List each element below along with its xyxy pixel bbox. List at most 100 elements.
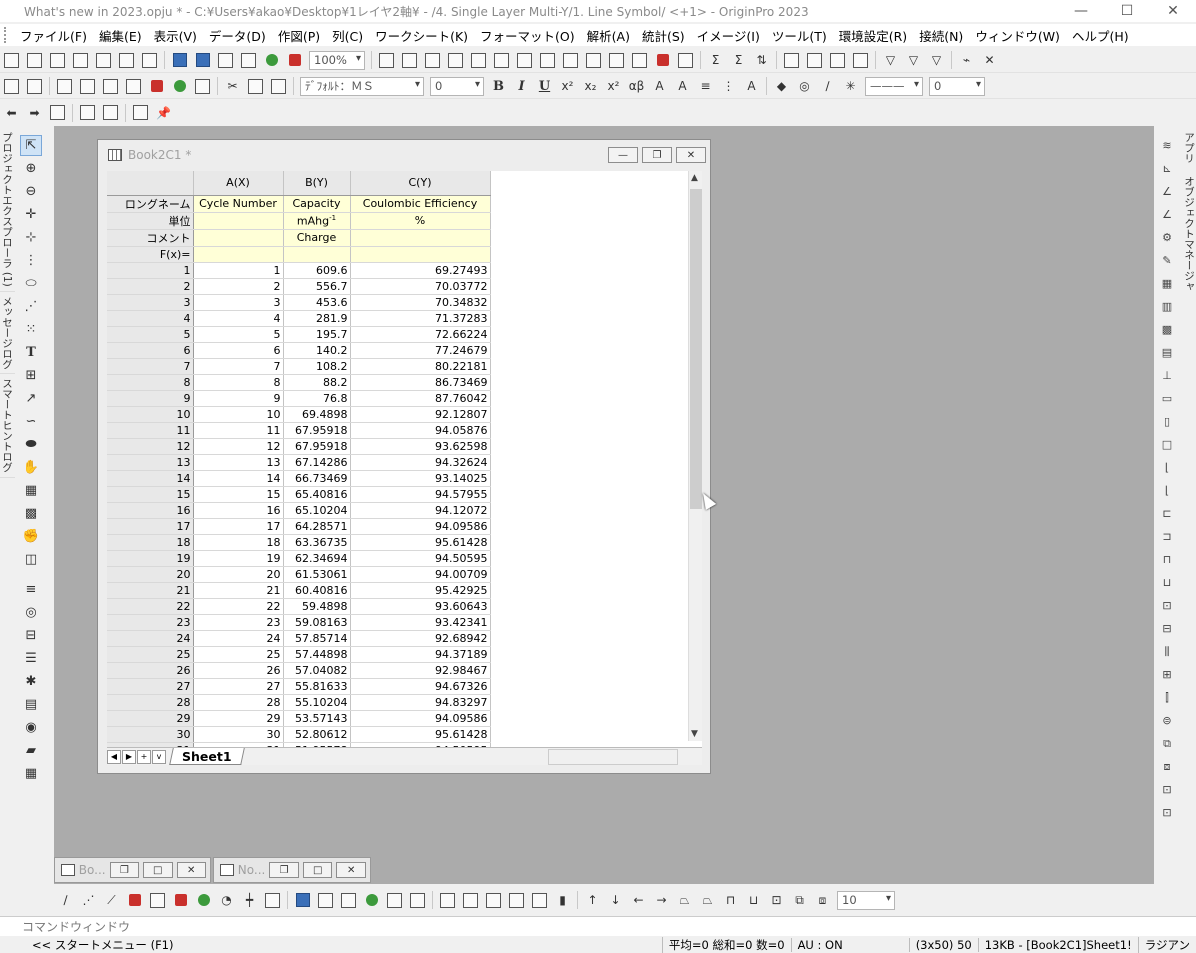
arrow-tool-icon[interactable]: ↗	[20, 388, 42, 409]
menu-column[interactable]: 列(C)	[326, 26, 369, 45]
workbook-titlebar[interactable]: Book2C1 * — ❐ ✕	[98, 140, 710, 170]
grid-lines-icon[interactable]: ⋮	[718, 76, 739, 96]
column-plot-icon[interactable]	[124, 890, 145, 910]
maximize-button[interactable]: □	[143, 862, 173, 878]
cell-c[interactable]: 94.32624	[350, 454, 491, 471]
cell-a[interactable]: 15	[193, 486, 284, 503]
target-icon[interactable]: ◎	[20, 602, 42, 623]
row-header[interactable]: 14	[107, 470, 194, 487]
row-header[interactable]: 13	[107, 454, 194, 471]
cell-layout-icon[interactable]	[123, 76, 144, 96]
pattern-icon[interactable]: ◎	[794, 76, 815, 96]
cell-a[interactable]: 22	[193, 598, 284, 615]
fill-color-icon[interactable]: ◆	[771, 76, 792, 96]
heatmap-plot-icon[interactable]	[361, 890, 382, 910]
cell-c[interactable]: 70.03772	[350, 278, 491, 295]
template-icon[interactable]	[262, 890, 283, 910]
cell-c[interactable]: 95.61428	[350, 534, 491, 551]
cell-a[interactable]: 17	[193, 518, 284, 535]
row-header[interactable]: 8	[107, 374, 194, 391]
distribution-icon[interactable]	[827, 50, 848, 70]
table-row[interactable]: 22 22 59.4898 93.60643	[107, 598, 491, 615]
worksheet-layout-icon[interactable]	[54, 76, 75, 96]
arrow-left-icon[interactable]: ⬅	[1, 103, 22, 123]
table-row[interactable]: 9 9 76.8 87.76042	[107, 390, 491, 407]
menu-edit[interactable]: 編集(E)	[93, 26, 148, 45]
column-header-b[interactable]: B(Y)	[283, 171, 351, 196]
layout-grid-icon[interactable]: ▦	[1157, 273, 1177, 294]
move-left-icon[interactable]: ←	[628, 890, 649, 910]
minimized-window-notes[interactable]: No... ❐ □ ✕	[213, 857, 371, 883]
bold-icon[interactable]: B	[488, 76, 509, 96]
group-icon[interactable]	[130, 103, 151, 123]
stack-icon[interactable]: ⊟	[20, 625, 42, 646]
cell-c[interactable]: 70.34832	[350, 294, 491, 311]
cell-a[interactable]: 30	[193, 726, 284, 743]
distribute-icon[interactable]	[529, 890, 550, 910]
paste-icon[interactable]	[268, 76, 289, 96]
copy-page-icon[interactable]	[445, 50, 466, 70]
table-row[interactable]: 26 26 57.04082 92.98467	[107, 662, 491, 679]
cell-a[interactable]: 2	[193, 278, 284, 295]
table-row[interactable]: 13 13 67.14286 94.32624	[107, 454, 491, 471]
smart-hint-log-tab[interactable]: スマートヒントログ	[0, 374, 15, 478]
cell-a[interactable]: 14	[193, 470, 284, 487]
pan-icon[interactable]: ✊	[20, 526, 42, 547]
area-plot-icon[interactable]	[193, 890, 214, 910]
row-header[interactable]: 3	[107, 294, 194, 311]
units-cell[interactable]	[193, 212, 284, 230]
align-icon[interactable]: ≡	[695, 76, 716, 96]
workbook-close-button[interactable]: ✕	[676, 147, 706, 163]
new-matrix-icon[interactable]	[70, 50, 91, 70]
zoom-combo[interactable]: 100%	[309, 50, 365, 70]
brush-icon[interactable]: ✎	[1157, 250, 1177, 271]
axis-break-icon[interactable]: ⊥	[1157, 365, 1177, 386]
layout-rows-icon[interactable]: ▤	[1157, 342, 1177, 363]
table-row[interactable]: 18 18 63.36735 95.61428	[107, 534, 491, 551]
delete-icon[interactable]: ✕	[979, 50, 1000, 70]
draw-data-icon[interactable]: ⋰	[20, 296, 42, 317]
worksheet-tool-icon[interactable]	[1, 76, 22, 96]
cell-a[interactable]: 10	[193, 406, 284, 423]
table-row[interactable]: 19 19 62.34694 94.50595	[107, 550, 491, 567]
table-row[interactable]: 6 6 140.2 77.24679	[107, 342, 491, 359]
row-header[interactable]: 20	[107, 566, 194, 583]
cell-b[interactable]: 57.85714	[283, 630, 351, 647]
cell-b[interactable]: 59.08163	[283, 614, 351, 631]
arrow-right-icon[interactable]: ➡	[24, 103, 45, 123]
table-row[interactable]: 30 30 52.80612 95.61428	[107, 726, 491, 743]
cell-b[interactable]: 108.2	[283, 358, 351, 375]
row-header[interactable]: 22	[107, 598, 194, 615]
surface-plot-icon[interactable]	[338, 890, 359, 910]
row-header[interactable]: 1	[107, 262, 194, 279]
sheet-prev-icon[interactable]: ◀	[107, 749, 121, 764]
ungroup-objects-icon[interactable]: ⧈	[1157, 756, 1177, 777]
image-plot-icon[interactable]	[384, 890, 405, 910]
axis-icon[interactable]: ⊾	[1157, 158, 1177, 179]
box-plot-icon[interactable]	[170, 890, 191, 910]
increase-font-icon[interactable]: A	[649, 76, 670, 96]
row-header[interactable]: 21	[107, 582, 194, 599]
bar-chart-icon[interactable]: ▮	[552, 890, 573, 910]
cell-c[interactable]: 93.42341	[350, 614, 491, 631]
new-project-icon[interactable]	[1, 50, 22, 70]
cell-c[interactable]: 94.00709	[350, 566, 491, 583]
cell-c[interactable]: 94.67326	[350, 678, 491, 695]
align-bottom-icon[interactable]: ⊟	[1157, 618, 1177, 639]
table-row[interactable]: 28 28 55.10204 94.83297	[107, 694, 491, 711]
row-header[interactable]: 29	[107, 710, 194, 727]
cell-a[interactable]: 9	[193, 390, 284, 407]
histogram-icon[interactable]	[781, 50, 802, 70]
longname-cell[interactable]: Cycle Number	[193, 195, 284, 213]
cell-c[interactable]: 87.76042	[350, 390, 491, 407]
table-row[interactable]: 21 21 60.40816 95.42925	[107, 582, 491, 599]
row-header[interactable]: 28	[107, 694, 194, 711]
comment-cell[interactable]	[193, 229, 284, 247]
align-top-icon[interactable]: ⊔	[1157, 572, 1177, 593]
cell-a[interactable]: 20	[193, 566, 284, 583]
menu-help[interactable]: ヘルプ(H)	[1066, 26, 1135, 45]
layer-icon[interactable]	[537, 50, 558, 70]
row-layout-icon[interactable]	[100, 76, 121, 96]
3d-plot-icon[interactable]	[292, 890, 313, 910]
font-color-icon[interactable]: A	[741, 76, 762, 96]
